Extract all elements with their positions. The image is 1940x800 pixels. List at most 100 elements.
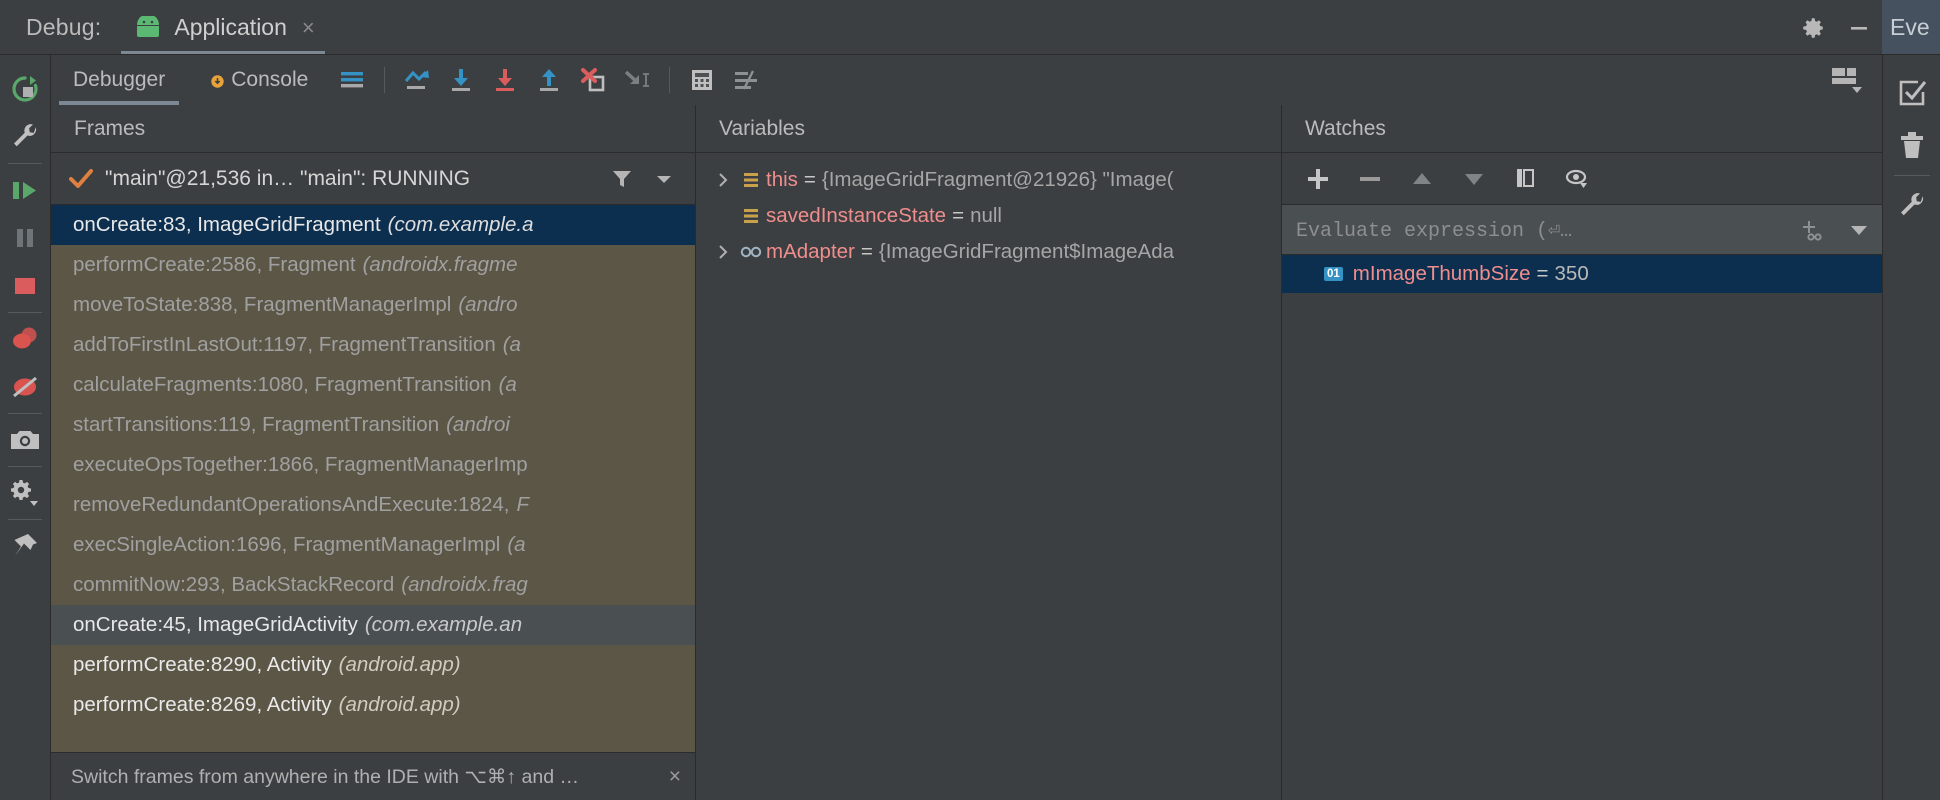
- run-to-cursor-button[interactable]: [615, 55, 659, 105]
- frame-method: removeRedundantOperationsAndExecute:1824…: [73, 493, 510, 517]
- frame-package: (com.example.a: [381, 213, 534, 237]
- watch-name: mImageThumbSize: [1353, 262, 1531, 286]
- evaluate-expression-button[interactable]: [680, 55, 724, 105]
- frame-row[interactable]: commitNow:293, BackStackRecord (androidx…: [51, 565, 695, 605]
- pin-tab-button[interactable]: [2, 522, 48, 570]
- screenshot-button[interactable]: [2, 416, 48, 464]
- frames-panel: Frames "main"@21,536 in… "main": RUNNING: [51, 105, 696, 800]
- mute-breakpoints-button[interactable]: [2, 363, 48, 411]
- variable-name: mAdapter: [766, 240, 855, 264]
- variables-list[interactable]: this = {ImageGridFragment@21926} "Image(: [696, 153, 1281, 800]
- chevron-down-icon[interactable]: [643, 168, 685, 190]
- settings-button[interactable]: [1790, 0, 1836, 55]
- orange-check-icon: [69, 168, 93, 190]
- frame-row[interactable]: removeRedundantOperationsAndExecute:1824…: [51, 485, 695, 525]
- tab-debugger[interactable]: Debugger: [51, 55, 187, 105]
- rail-divider: [1894, 175, 1930, 176]
- frame-method: performCreate:8290, Activity: [73, 653, 332, 677]
- pause-program-button[interactable]: [2, 214, 48, 262]
- frames-panel-title: Frames: [51, 105, 695, 153]
- delete-tool-button[interactable]: [1887, 119, 1937, 171]
- frame-row[interactable]: performCreate:2586, Fragment (androidx.f…: [51, 245, 695, 285]
- frame-row[interactable]: onCreate:45, ImageGridActivity (com.exam…: [51, 605, 695, 645]
- sort-variables-button[interactable]: [724, 55, 768, 105]
- chevron-down-icon[interactable]: [1836, 219, 1882, 241]
- frame-row[interactable]: addToFirstInLastOut:1197, FragmentTransi…: [51, 325, 695, 365]
- close-icon[interactable]: ×: [669, 765, 681, 789]
- frame-row[interactable]: execSingleAction:1696, FragmentManagerIm…: [51, 525, 695, 565]
- debug-panels: Frames "main"@21,536 in… "main": RUNNING: [51, 105, 1882, 800]
- tab-application[interactable]: Application ×: [111, 0, 334, 55]
- triangle-up-icon: [1410, 167, 1434, 191]
- frame-method: performCreate:2586, Fragment: [73, 253, 356, 277]
- step-out-icon: [535, 67, 563, 93]
- add-watch-inline-icon[interactable]: [1790, 218, 1836, 242]
- stop-button[interactable]: [2, 262, 48, 310]
- force-step-into-button[interactable]: [483, 55, 527, 105]
- right-tool-rail: [1882, 55, 1940, 800]
- remove-watch-button[interactable]: [1346, 159, 1394, 199]
- variable-row[interactable]: this = {ImageGridFragment@21926} "Image(: [696, 162, 1281, 198]
- settings-button[interactable]: [2, 469, 48, 517]
- frame-method: execSingleAction:1696, FragmentManagerIm…: [73, 533, 500, 557]
- calculator-icon: [688, 67, 716, 93]
- minimize-button[interactable]: [1836, 0, 1882, 55]
- drop-frame-button[interactable]: [571, 55, 615, 105]
- watches-list[interactable]: 01 mImageThumbSize = 350: [1282, 255, 1882, 800]
- move-watch-down-button[interactable]: [1450, 159, 1498, 199]
- frame-row[interactable]: performCreate:8269, Activity (android.ap…: [51, 685, 695, 725]
- step-into-button[interactable]: [439, 55, 483, 105]
- rerun-button[interactable]: [2, 65, 48, 113]
- add-watch-button[interactable]: [1294, 159, 1342, 199]
- watch-row[interactable]: 01 mImageThumbSize = 350: [1282, 255, 1882, 293]
- frame-row[interactable]: executeOpsTogether:1866, FragmentManager…: [51, 445, 695, 485]
- frame-package: (andro: [451, 293, 517, 317]
- force-step-into-icon: [491, 67, 519, 93]
- resume-program-button[interactable]: [2, 166, 48, 214]
- rail-divider: [8, 312, 42, 313]
- debug-tool-window: Debug: Application ×: [0, 0, 1940, 800]
- frame-method: addToFirstInLastOut:1197, FragmentTransi…: [73, 333, 496, 357]
- tab-console[interactable]: Console: [187, 55, 330, 105]
- show-execution-point-button[interactable]: [330, 55, 374, 105]
- camera-icon: [10, 427, 40, 453]
- watches-panel-title: Watches: [1282, 105, 1882, 153]
- sort-lines-icon: [731, 67, 761, 93]
- debugger-toolbar: Debugger Console: [51, 55, 1882, 105]
- layout-settings-button[interactable]: [1812, 55, 1882, 105]
- debug-actions-rail: [0, 55, 51, 800]
- chevron-right-icon[interactable]: [710, 244, 736, 260]
- frame-method: calculateFragments:1080, FragmentTransit…: [73, 373, 492, 397]
- move-watch-up-button[interactable]: [1398, 159, 1446, 199]
- copy-watch-button[interactable]: [1502, 159, 1550, 199]
- tab-debugger-label: Debugger: [73, 68, 165, 92]
- edit-configuration-button[interactable]: [2, 113, 48, 161]
- watch-equals: =: [1531, 262, 1555, 286]
- chevron-right-icon[interactable]: [710, 172, 736, 188]
- execution-point-icon: [338, 68, 366, 92]
- settings-tool-button[interactable]: [1887, 180, 1937, 232]
- step-over-button[interactable]: [395, 55, 439, 105]
- frames-list[interactable]: onCreate:83, ImageGridFragment (com.exam…: [51, 205, 695, 752]
- step-over-icon: [402, 67, 432, 93]
- frame-package: (a: [496, 333, 521, 357]
- inspect-watch-button[interactable]: [1554, 159, 1602, 199]
- frame-row[interactable]: moveToState:838, FragmentManagerImpl (an…: [51, 285, 695, 325]
- step-out-button[interactable]: [527, 55, 571, 105]
- frame-row[interactable]: calculateFragments:1080, FragmentTransit…: [51, 365, 695, 405]
- frame-row[interactable]: startTransitions:119, FragmentTransition…: [51, 405, 695, 445]
- thread-selector[interactable]: "main"@21,536 in… "main": RUNNING: [51, 153, 695, 205]
- view-breakpoints-button[interactable]: [2, 315, 48, 363]
- evaluate-expression-input[interactable]: Evaluate expression (⏎…: [1282, 205, 1882, 255]
- checkbox-tool-button[interactable]: [1887, 67, 1937, 119]
- frame-row[interactable]: onCreate:83, ImageGridFragment (com.exam…: [51, 205, 695, 245]
- tab-event-log[interactable]: Eve: [1882, 0, 1940, 55]
- variable-row[interactable]: savedInstanceState = null: [696, 198, 1281, 234]
- close-icon[interactable]: ×: [298, 17, 315, 39]
- variables-panel-title: Variables: [696, 105, 1281, 153]
- android-icon: [133, 16, 163, 40]
- filter-icon[interactable]: [601, 168, 643, 190]
- variable-row[interactable]: mAdapter = {ImageGridFragment$ImageAda: [696, 234, 1281, 270]
- rerun-icon: [9, 73, 41, 105]
- frame-row[interactable]: performCreate:8290, Activity (android.ap…: [51, 645, 695, 685]
